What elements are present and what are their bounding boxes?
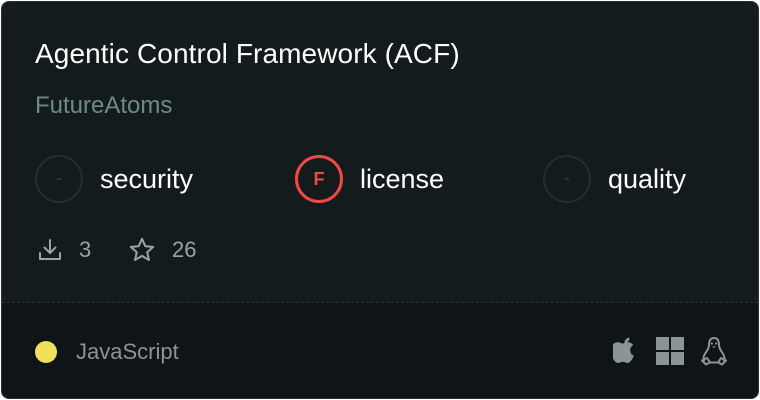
- license-score-badge: F: [295, 155, 343, 203]
- language-name: JavaScript: [76, 339, 179, 364]
- quality-score-badge: -: [543, 155, 591, 203]
- license-score-label: license: [360, 163, 445, 194]
- package-owner[interactable]: FutureAtoms: [35, 92, 172, 120]
- stars-stat: 26: [128, 236, 196, 264]
- apple-icon: [613, 335, 637, 367]
- stars-count: 26: [172, 237, 197, 262]
- download-icon: [37, 237, 63, 263]
- score-license[interactable]: F license: [295, 154, 444, 204]
- downloads-stat: 3: [37, 236, 91, 264]
- language-color-dot: [35, 341, 57, 363]
- package-title[interactable]: Agentic Control Framework (ACF): [35, 38, 460, 70]
- windows-icon: [656, 335, 684, 367]
- language-tag: JavaScript: [35, 339, 179, 365]
- security-score-label: security: [100, 163, 194, 194]
- quality-score-label: quality: [608, 163, 687, 194]
- star-icon: [128, 236, 156, 264]
- score-quality[interactable]: - quality: [543, 154, 686, 204]
- linux-icon: [700, 335, 728, 367]
- downloads-count: 3: [79, 237, 92, 262]
- score-security[interactable]: - security: [35, 154, 193, 204]
- security-score-badge: -: [35, 155, 83, 203]
- package-card[interactable]: Agentic Control Framework (ACF) FutureAt…: [1, 1, 759, 399]
- card-body: Agentic Control Framework (ACF) FutureAt…: [2, 2, 758, 304]
